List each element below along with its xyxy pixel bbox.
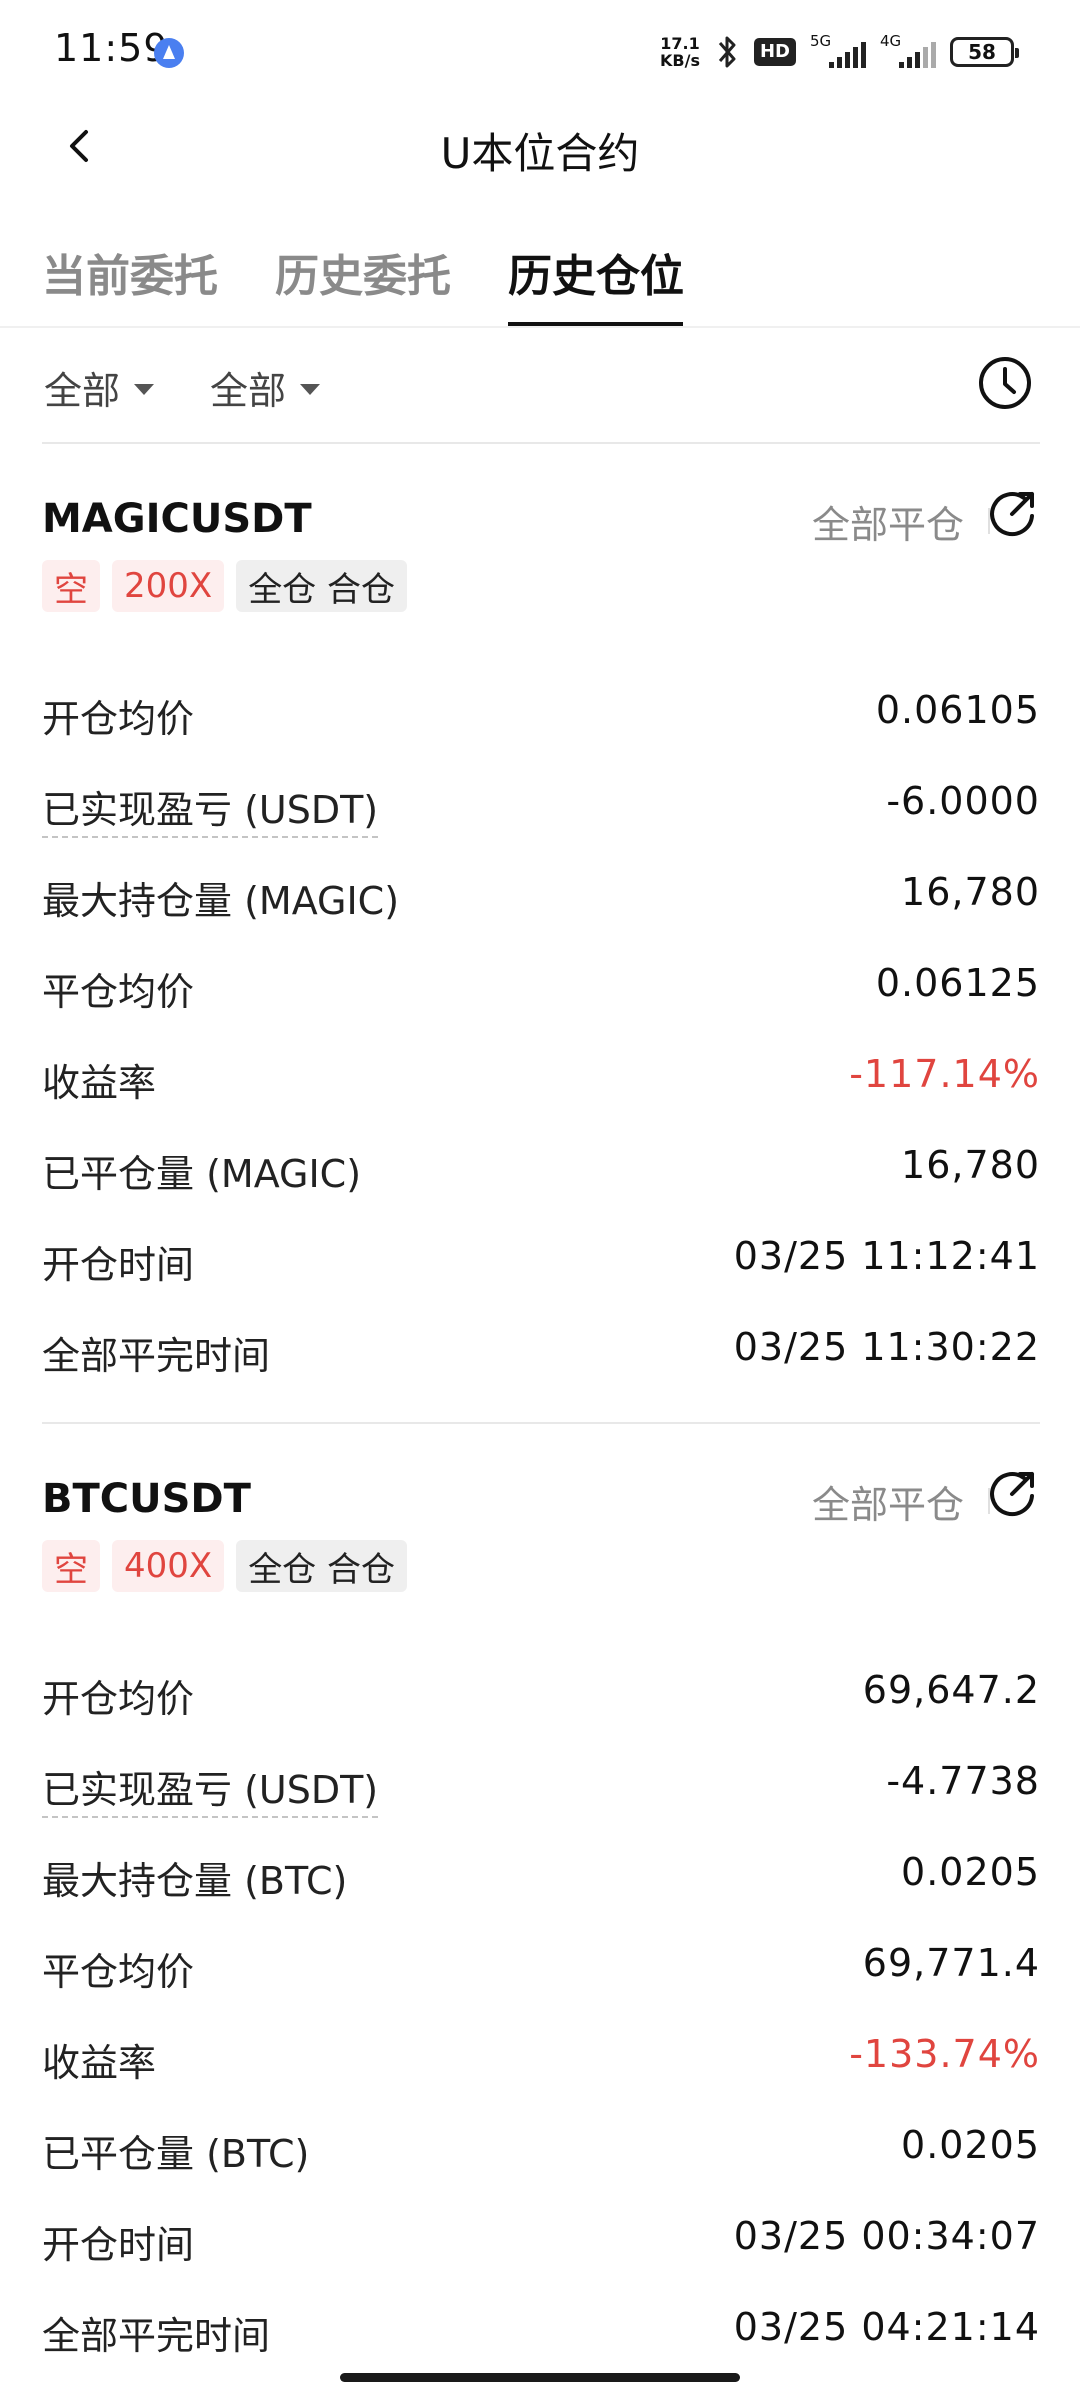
row-value: 03/25 00:34:07 <box>733 2214 1040 2258</box>
header: U本位合约 <box>0 100 1080 196</box>
tab-bar: 当前委托 历史委托 历史仓位 <box>0 230 1080 328</box>
filter-dropdown-2[interactable]: 全部 <box>210 360 321 415</box>
row-value: 0.0205 <box>901 1850 1040 1894</box>
detail-row: 开仓时间 03/25 11:12:41 <box>42 1228 1040 1288</box>
divider <box>42 1422 1040 1424</box>
hd-voice-badge: HD <box>753 38 796 66</box>
row-value: 69,771.4 <box>862 1941 1040 1985</box>
close-all-button[interactable]: 全部平仓 <box>812 494 964 549</box>
filter-bar: 全部 全部 <box>0 330 1080 440</box>
row-label: 最大持仓量 (MAGIC) <box>42 879 400 923</box>
row-label: 已平仓量 (MAGIC) <box>42 1152 362 1196</box>
row-label: 平仓均价 <box>42 970 195 1014</box>
status-time: 11:59 <box>54 26 169 70</box>
battery-level: 58 <box>968 40 996 64</box>
row-label: 已平仓量 (BTC) <box>42 2132 310 2176</box>
detail-row: 开仓均价 0.06105 <box>42 682 1040 742</box>
detail-row: 开仓均价 69,647.2 <box>42 1662 1040 1722</box>
row-value: -4.7738 <box>886 1759 1040 1803</box>
detail-row: 收益率 -117.14% <box>42 1046 1040 1106</box>
signal-5g-label: 5G <box>810 32 832 50</box>
detail-row: 收益率 -133.74% <box>42 2026 1040 2086</box>
tab-current-orders[interactable]: 当前委托 <box>42 240 218 304</box>
position-symbol: BTCUSDT <box>42 1476 251 1522</box>
leverage-badge: 200X <box>112 560 225 612</box>
app-notification-icon <box>154 38 184 68</box>
position-symbol: MAGICUSDT <box>42 496 312 542</box>
row-label: 开仓均价 <box>42 697 195 741</box>
detail-row: 开仓时间 03/25 00:34:07 <box>42 2208 1040 2268</box>
row-label: 全部平完时间 <box>42 2314 271 2358</box>
status-bar: 11:59 17.1 KB/s HD 5G 4G 58 <box>0 0 1080 100</box>
side-badge: 空 <box>42 560 100 612</box>
page-title: U本位合约 <box>440 129 640 178</box>
row-label: 最大持仓量 (BTC) <box>42 1859 348 1903</box>
row-value: 0.06105 <box>875 688 1040 732</box>
detail-row: 最大持仓量 (MAGIC) 16,780 <box>42 864 1040 924</box>
leverage-badge: 400X <box>112 1540 225 1592</box>
share-icon[interactable] <box>984 1466 1040 1522</box>
row-value: 16,780 <box>901 870 1040 914</box>
side-badge: 空 <box>42 1540 100 1592</box>
detail-row: 最大持仓量 (BTC) 0.0205 <box>42 1844 1040 1904</box>
row-label: 收益率 <box>42 2041 157 2085</box>
tab-position-history[interactable]: 历史仓位 <box>508 240 684 304</box>
status-indicators: 17.1 KB/s HD 5G 4G 58 <box>660 30 1019 74</box>
row-label: 平仓均价 <box>42 1950 195 1994</box>
row-label: 收益率 <box>42 1061 157 1105</box>
detail-row: 已实现盈亏 (USDT) -4.7738 <box>42 1753 1040 1818</box>
bluetooth-icon <box>718 36 736 68</box>
row-label: 全部平完时间 <box>42 1334 271 1378</box>
signal-4g-icon: 4G <box>880 32 936 72</box>
filter-dropdown-1[interactable]: 全部 <box>44 360 155 415</box>
caret-down-icon <box>134 384 155 395</box>
row-value: 0.0205 <box>901 2123 1040 2167</box>
active-tab-indicator <box>508 322 683 326</box>
detail-row: 已平仓量 (MAGIC) 16,780 <box>42 1137 1040 1197</box>
row-value: 03/25 11:30:22 <box>733 1325 1040 1369</box>
row-value: -133.74% <box>849 2032 1040 2076</box>
divider <box>42 442 1040 444</box>
row-value: 69,647.2 <box>862 1668 1040 1712</box>
row-value: -117.14% <box>849 1052 1040 1096</box>
battery-icon: 58 <box>950 37 1019 67</box>
filter-1-label: 全部 <box>44 369 121 413</box>
detail-row: 平仓均价 0.06125 <box>42 955 1040 1015</box>
caret-down-icon <box>300 384 321 395</box>
row-label: 开仓时间 <box>42 2223 195 2267</box>
row-value: 0.06125 <box>875 961 1040 1005</box>
row-value: 03/25 11:12:41 <box>733 1234 1040 1278</box>
position-badges: 空 400X 全仓 合仓 <box>42 1540 407 1592</box>
filter-2-label: 全部 <box>210 369 287 413</box>
row-value: 16,780 <box>901 1143 1040 1187</box>
row-value: -6.0000 <box>886 779 1040 823</box>
detail-row: 全部平完时间 03/25 04:21:14 <box>42 2299 1040 2359</box>
row-label: 开仓时间 <box>42 1243 195 1287</box>
detail-row: 平仓均价 69,771.4 <box>42 1935 1040 1995</box>
margin-mode-badge: 全仓 合仓 <box>236 560 407 612</box>
row-label[interactable]: 已实现盈亏 (USDT) <box>42 779 379 838</box>
row-label[interactable]: 已实现盈亏 (USDT) <box>42 1759 379 1818</box>
signal-5g-icon: 5G <box>810 32 866 72</box>
network-speed: 17.1 KB/s <box>660 35 700 69</box>
home-indicator[interactable] <box>340 2373 740 2382</box>
detail-row: 已平仓量 (BTC) 0.0205 <box>42 2117 1040 2177</box>
clock-icon[interactable] <box>974 352 1036 414</box>
share-icon[interactable] <box>984 486 1040 542</box>
detail-row: 全部平完时间 03/25 11:30:22 <box>42 1319 1040 1379</box>
row-label: 开仓均价 <box>42 1677 195 1721</box>
row-value: 03/25 04:21:14 <box>733 2305 1040 2349</box>
tab-order-history[interactable]: 历史委托 <box>275 240 451 304</box>
detail-row: 已实现盈亏 (USDT) -6.0000 <box>42 773 1040 838</box>
close-all-button[interactable]: 全部平仓 <box>812 1474 964 1529</box>
position-badges: 空 200X 全仓 合仓 <box>42 560 407 612</box>
network-speed-value: 17.1 <box>660 34 700 53</box>
signal-4g-label: 4G <box>880 32 902 50</box>
network-speed-unit: KB/s <box>660 51 700 70</box>
margin-mode-badge: 全仓 合仓 <box>236 1540 407 1592</box>
